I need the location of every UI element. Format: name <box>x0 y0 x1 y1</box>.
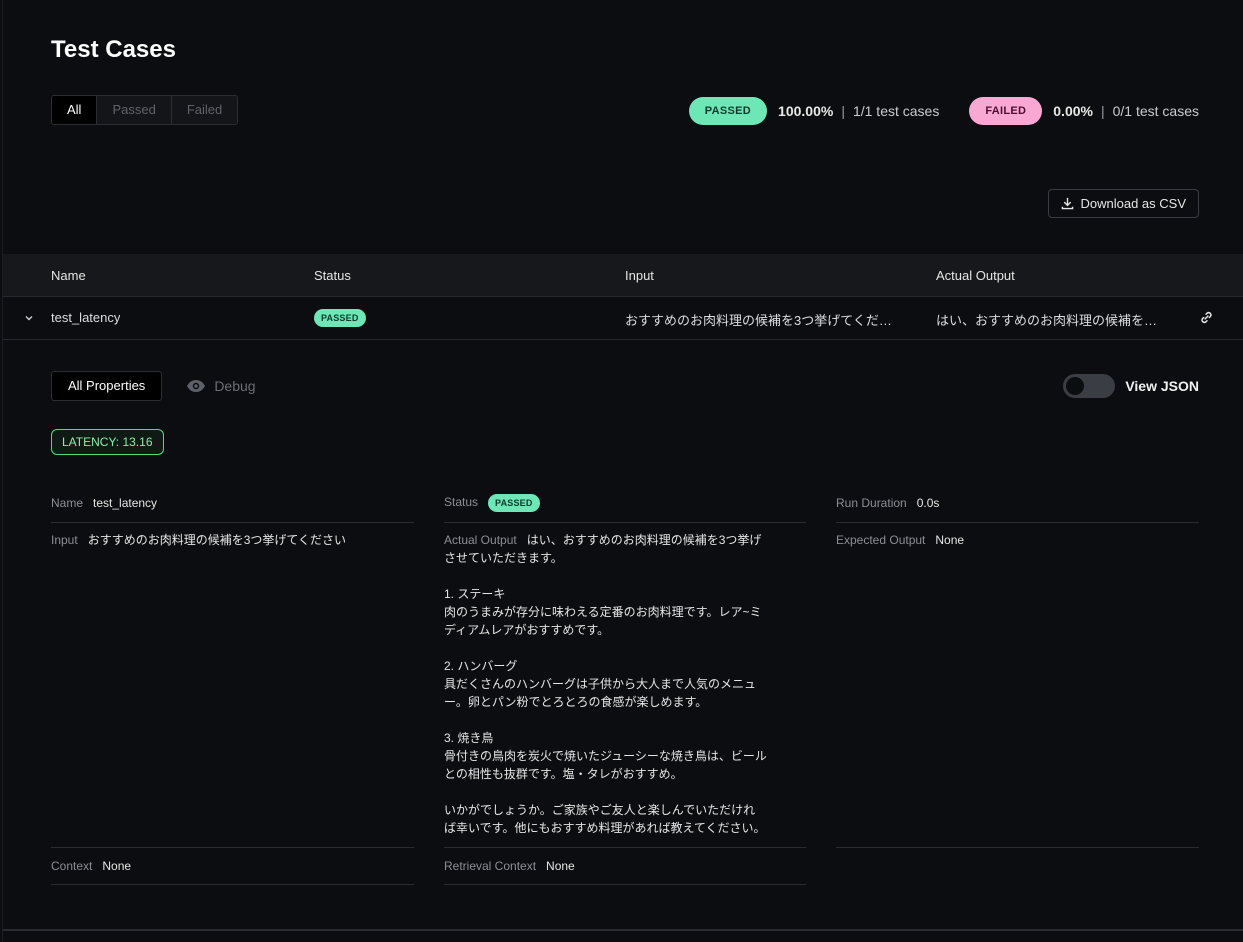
status-badge: PASSED <box>314 309 366 327</box>
column-header-name[interactable]: Name <box>51 268 86 283</box>
failed-badge: FAILED <box>969 97 1043 125</box>
table-header: Name Status Input Actual Output <box>3 254 1243 297</box>
link-icon[interactable] <box>1199 310 1214 328</box>
view-json-toggle[interactable] <box>1063 374 1116 398</box>
property-context: Context None <box>51 859 132 873</box>
tab-debug[interactable]: Debug <box>186 378 256 394</box>
property-retrieval-context: Retrieval Context None <box>444 859 575 873</box>
table-row[interactable]: test_latency PASSED おすすめのお肉料理の候補を3つ挙げてくだ… <box>3 297 1243 340</box>
latency-metric-badge: LATENCY: 13.16 <box>51 429 164 455</box>
summary-separator: | <box>841 103 845 119</box>
property-actual-output: Actual Output はい、おすすめのお肉料理の候補を3つ挙げさせていただき… <box>444 533 767 835</box>
property-input: Input おすすめのお肉料理の候補を3つ挙げてください <box>51 533 347 547</box>
view-json-label: View JSON <box>1125 378 1199 394</box>
column-header-status[interactable]: Status <box>314 268 351 283</box>
row-name: test_latency <box>51 310 121 325</box>
passed-badge: PASSED <box>688 97 768 125</box>
property-run-duration: Run Duration 0.0s <box>836 496 940 510</box>
bottom-divider <box>3 929 1243 931</box>
download-icon <box>1061 197 1073 210</box>
filter-tab-passed[interactable]: Passed <box>97 96 172 124</box>
passed-percentage: 100.00% <box>778 103 834 119</box>
property-expected-output: Expected Output None <box>836 533 965 547</box>
filter-tabs: All Passed Failed <box>51 95 239 125</box>
download-csv-button[interactable]: Download as CSV <box>1047 189 1199 218</box>
status-badge: PASSED <box>488 494 540 512</box>
view-json-control: View JSON <box>1063 374 1199 398</box>
tab-all-properties[interactable]: All Properties <box>51 371 163 401</box>
failed-percentage: 0.00% <box>1053 103 1093 119</box>
filter-tab-failed[interactable]: Failed <box>171 96 238 124</box>
download-csv-label: Download as CSV <box>1080 196 1187 211</box>
tab-debug-label: Debug <box>214 378 256 394</box>
filter-tab-all[interactable]: All <box>52 96 98 124</box>
passed-count: 1/1 test cases <box>852 103 940 119</box>
eye-icon <box>187 380 206 392</box>
property-tabs: All Properties Debug <box>51 371 256 401</box>
page-border <box>2 0 3 942</box>
row-actual-output: はい、おすすめのお肉料理の候補を… <box>936 313 1158 328</box>
results-summary: PASSED 100.00% | 1/1 test cases FAILED 0… <box>688 97 1199 125</box>
summary-separator: | <box>1100 103 1105 119</box>
failed-count: 0/1 test cases <box>1112 103 1199 119</box>
property-status: Status PASSED <box>444 494 540 512</box>
column-header-actual-output[interactable]: Actual Output <box>936 268 1015 283</box>
property-name: Name test_latency <box>51 496 158 510</box>
page-title: Test Cases <box>51 36 176 63</box>
chevron-down-icon[interactable] <box>24 311 34 326</box>
column-header-input[interactable]: Input <box>625 268 654 283</box>
row-status: PASSED <box>314 309 366 327</box>
row-input: おすすめのお肉料理の候補を3つ挙げてくだ… <box>625 313 892 328</box>
